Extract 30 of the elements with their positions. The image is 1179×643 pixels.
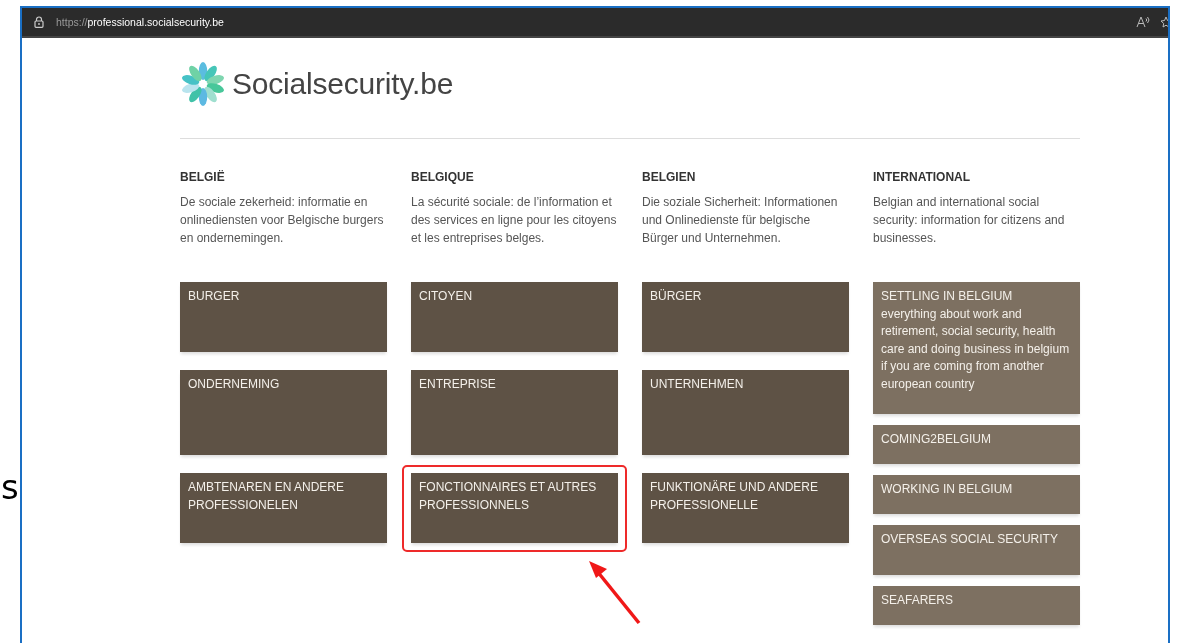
column-description: De sociale zekerheid: informatie en onlinediensten voor Belgische burgers en ondernemingen. [180, 194, 385, 247]
lock-icon [34, 16, 44, 28]
column-description: La sécurité sociale: de l’information et des services en ligne pour les citoyens et les entreprises belges. [411, 194, 618, 247]
site-logo-text[interactable]: Socialsecurity.be [232, 67, 454, 101]
audience-link-tile[interactable]: FUNKTIONÄRE UND ANDERE PROFESSIONELLE [642, 473, 849, 543]
star-icon[interactable] [1160, 16, 1168, 28]
cropped-text: s [1, 469, 19, 504]
audience-link-tile[interactable]: FONCTIONNAIRES ET AUTRES PROFESSIONNELS [411, 473, 618, 543]
column-description: Die soziale Sicherheit: Informationen und Onlinedienste für belgische Bürger und Unternehmen. [642, 194, 839, 247]
flower-logo-icon [180, 61, 226, 107]
column-heading: BELGIEN [642, 170, 697, 186]
column-heading: BELGIQUE [411, 170, 475, 186]
section-link-tile[interactable]: WORKING IN BELGIUM [873, 475, 1080, 514]
column-heading: BELGIË [180, 170, 226, 186]
section-link-tile[interactable]: SETTLING IN BELGIUM everything about work and retirement, social security, health care and doing business in belgium if you are coming from another european country [873, 282, 1080, 414]
audience-link-tile[interactable]: UNTERNEHMEN [642, 370, 849, 455]
section-link-tile[interactable]: SEAFARERS [873, 586, 1080, 625]
section-link-tile[interactable]: COMING2BELGIUM [873, 425, 1080, 464]
pointer-arrow [589, 561, 641, 625]
column-description: Belgian and international social security: information for citizens and businesses. [873, 194, 1066, 247]
url-text[interactable]: https://professional.socialsecurity.be [56, 16, 224, 28]
section-link-tile[interactable]: OVERSEAS SOCIAL SECURITY [873, 525, 1080, 575]
audience-link-tile[interactable]: AMBTENAREN EN ANDERE PROFESSIONELEN [180, 473, 387, 543]
audience-link-tile[interactable]: CITOYEN [411, 282, 618, 352]
audience-link-tile[interactable]: BURGER [180, 282, 387, 352]
column-heading: INTERNATIONAL [873, 170, 972, 186]
audience-link-tile[interactable]: BÜRGER [642, 282, 849, 352]
audience-link-tile[interactable]: ENTREPRISE [411, 370, 618, 455]
read-aloud-icon[interactable] [1136, 16, 1150, 28]
audience-link-tile[interactable]: ONDERNEMING [180, 370, 387, 455]
